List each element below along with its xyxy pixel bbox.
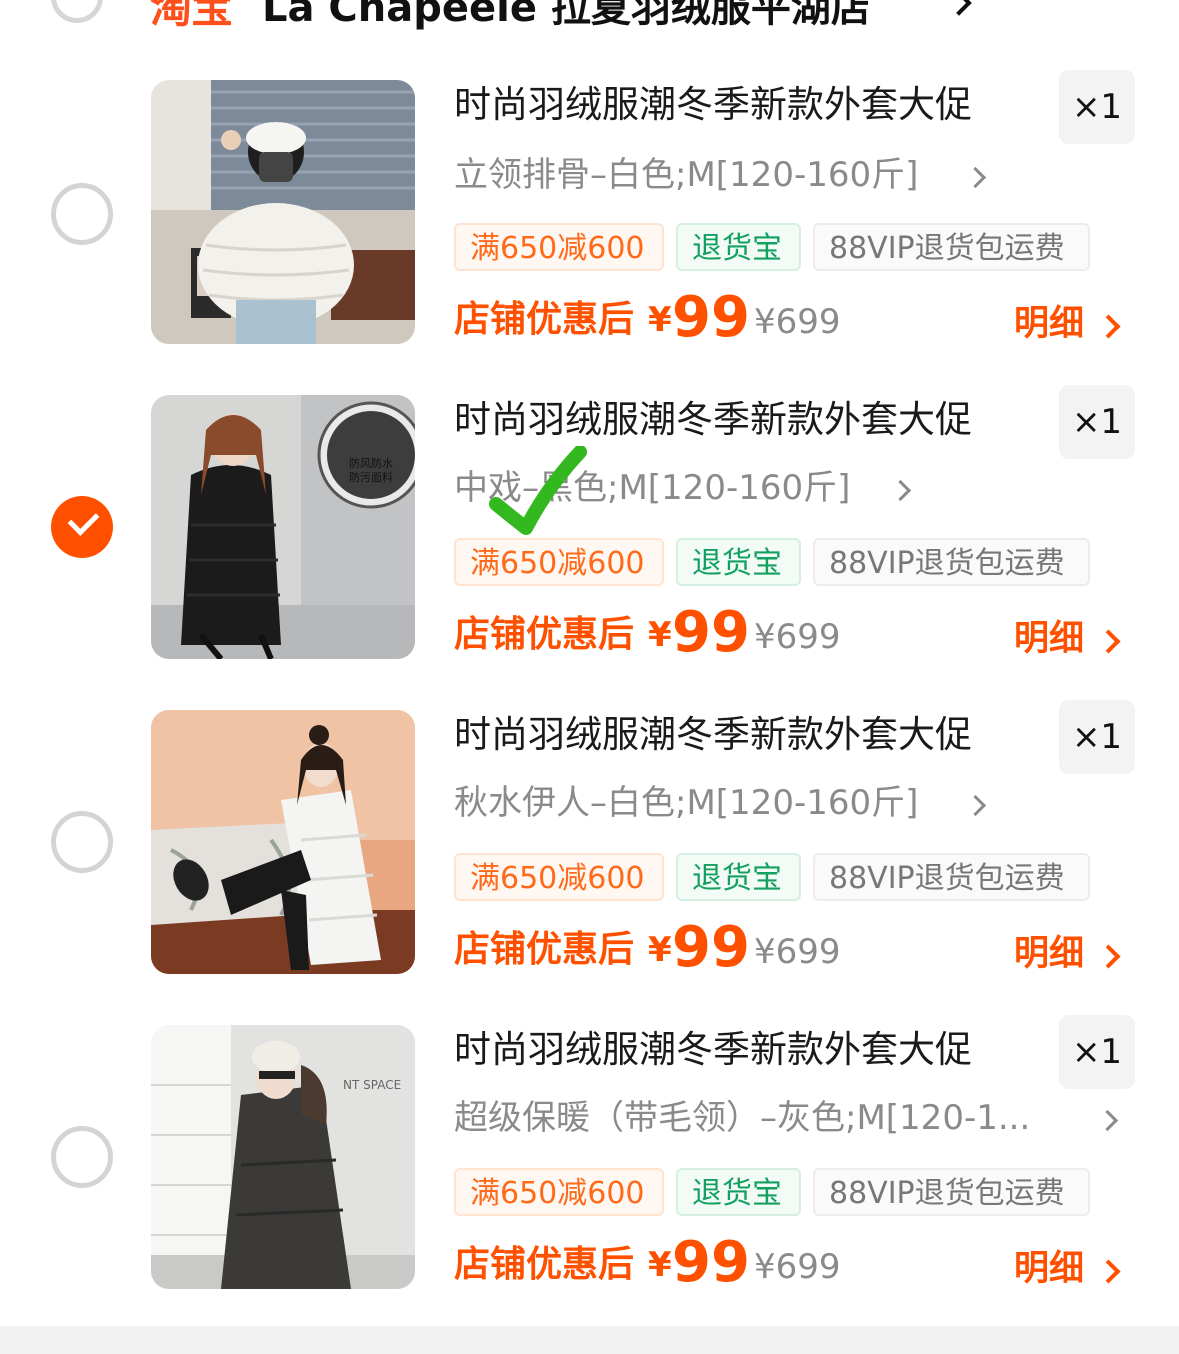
product-image[interactable] [151, 710, 415, 974]
taobao-logo: 淘宝 [150, 0, 233, 32]
original-price: ¥699 [754, 617, 841, 657]
image-caption: 防污面料 [349, 470, 393, 484]
price-label: 店铺优惠后 [454, 614, 635, 655]
currency-symbol: ¥ [648, 1245, 672, 1285]
item-select-radio[interactable] [51, 183, 113, 245]
sku-selector[interactable]: 秋水伊人–白色;M[120-160斤] [454, 780, 918, 826]
chevron-right-icon[interactable] [946, 0, 972, 16]
chevron-right-icon[interactable] [1096, 314, 1121, 339]
detail-link[interactable]: 明细 [1014, 613, 1084, 665]
chevron-right-icon[interactable] [1096, 1109, 1119, 1132]
return-insurance-tag: 退货宝 [676, 538, 801, 586]
original-price: ¥699 [754, 932, 841, 972]
chevron-right-icon[interactable] [964, 166, 987, 189]
detail-link[interactable]: 明细 [1014, 928, 1084, 980]
discounted-price: 99 [672, 915, 750, 980]
bottom-divider [0, 1326, 1179, 1354]
sku-selector[interactable]: 超级保暖（带毛领）–灰色;M[120-1... [454, 1095, 1030, 1141]
cart-item: 防风防水 防污面料 时尚羽绒服潮冬季新款外套大促 ×1 中戏–黑色;M[120-… [0, 385, 1179, 695]
chevron-right-icon[interactable] [964, 794, 987, 817]
currency-symbol: ¥ [648, 615, 672, 655]
quantity-button[interactable]: ×1 [1059, 385, 1135, 459]
item-select-radio[interactable] [51, 1126, 113, 1188]
discounted-price: 99 [672, 285, 750, 350]
product-image[interactable]: 防风防水 防污面料 [151, 395, 415, 659]
return-insurance-tag: 退货宝 [676, 223, 801, 271]
check-icon [67, 504, 100, 536]
price-label: 店铺优惠后 [454, 299, 635, 340]
item-select-radio[interactable] [51, 496, 113, 558]
quantity-button[interactable]: ×1 [1059, 1015, 1135, 1089]
product-image[interactable] [151, 80, 415, 344]
image-caption: NT SPACE [343, 1078, 401, 1092]
chevron-right-icon[interactable] [1096, 1259, 1121, 1284]
original-price: ¥699 [754, 302, 841, 342]
promo-tag: 满650减600 [454, 1168, 664, 1216]
promo-tag: 满650减600 [454, 853, 664, 901]
product-title[interactable]: 时尚羽绒服潮冬季新款外套大促 [454, 80, 972, 130]
currency-symbol: ¥ [648, 930, 672, 970]
shop-header: 淘宝 La Chapeele 拉夏羽绒服平湖店 [0, 0, 1179, 48]
product-title[interactable]: 时尚羽绒服潮冬季新款外套大促 [454, 1025, 972, 1075]
vip-shipping-tag: 88VIP退货包运费 [813, 1168, 1090, 1216]
chevron-right-icon[interactable] [1096, 944, 1121, 969]
cart-item: NT SPACE 时尚羽绒服潮冬季新款外套大促 ×1 超级保暖（带毛领）–灰色;… [0, 1015, 1179, 1325]
shop-select-radio[interactable] [51, 0, 103, 23]
discounted-price: 99 [672, 600, 750, 665]
discounted-price: 99 [672, 1230, 750, 1295]
vip-shipping-tag: 88VIP退货包运费 [813, 223, 1090, 271]
promo-tag: 满650减600 [454, 223, 664, 271]
sku-selector[interactable]: 立领排骨–白色;M[120-160斤] [454, 152, 918, 198]
detail-link[interactable]: 明细 [1014, 1243, 1084, 1295]
shop-name-link[interactable]: La Chapeele 拉夏羽绒服平湖店 [262, 0, 871, 38]
price-label: 店铺优惠后 [454, 1244, 635, 1285]
quantity-button[interactable]: ×1 [1059, 700, 1135, 774]
product-title[interactable]: 时尚羽绒服潮冬季新款外套大促 [454, 395, 972, 445]
promo-tag: 满650减600 [454, 538, 664, 586]
vip-shipping-tag: 88VIP退货包运费 [813, 853, 1090, 901]
cart-item: 时尚羽绒服潮冬季新款外套大促 ×1 秋水伊人–白色;M[120-160斤] 满6… [0, 700, 1179, 1010]
item-select-radio[interactable] [51, 811, 113, 873]
image-caption: 防风防水 [349, 456, 393, 470]
chevron-right-icon[interactable] [1096, 629, 1121, 654]
vip-shipping-tag: 88VIP退货包运费 [813, 538, 1090, 586]
currency-symbol: ¥ [648, 300, 672, 340]
detail-link[interactable]: 明细 [1014, 298, 1084, 350]
return-insurance-tag: 退货宝 [676, 853, 801, 901]
product-image[interactable]: NT SPACE [151, 1025, 415, 1289]
chevron-right-icon[interactable] [889, 479, 912, 502]
price-label: 店铺优惠后 [454, 929, 635, 970]
product-title[interactable]: 时尚羽绒服潮冬季新款外套大促 [454, 710, 972, 760]
original-price: ¥699 [754, 1247, 841, 1287]
return-insurance-tag: 退货宝 [676, 1168, 801, 1216]
cart-item: 时尚羽绒服潮冬季新款外套大促 ×1 立领排骨–白色;M[120-160斤] 满6… [0, 70, 1179, 380]
checkmark-annotation-icon [489, 446, 587, 535]
quantity-button[interactable]: ×1 [1059, 70, 1135, 144]
